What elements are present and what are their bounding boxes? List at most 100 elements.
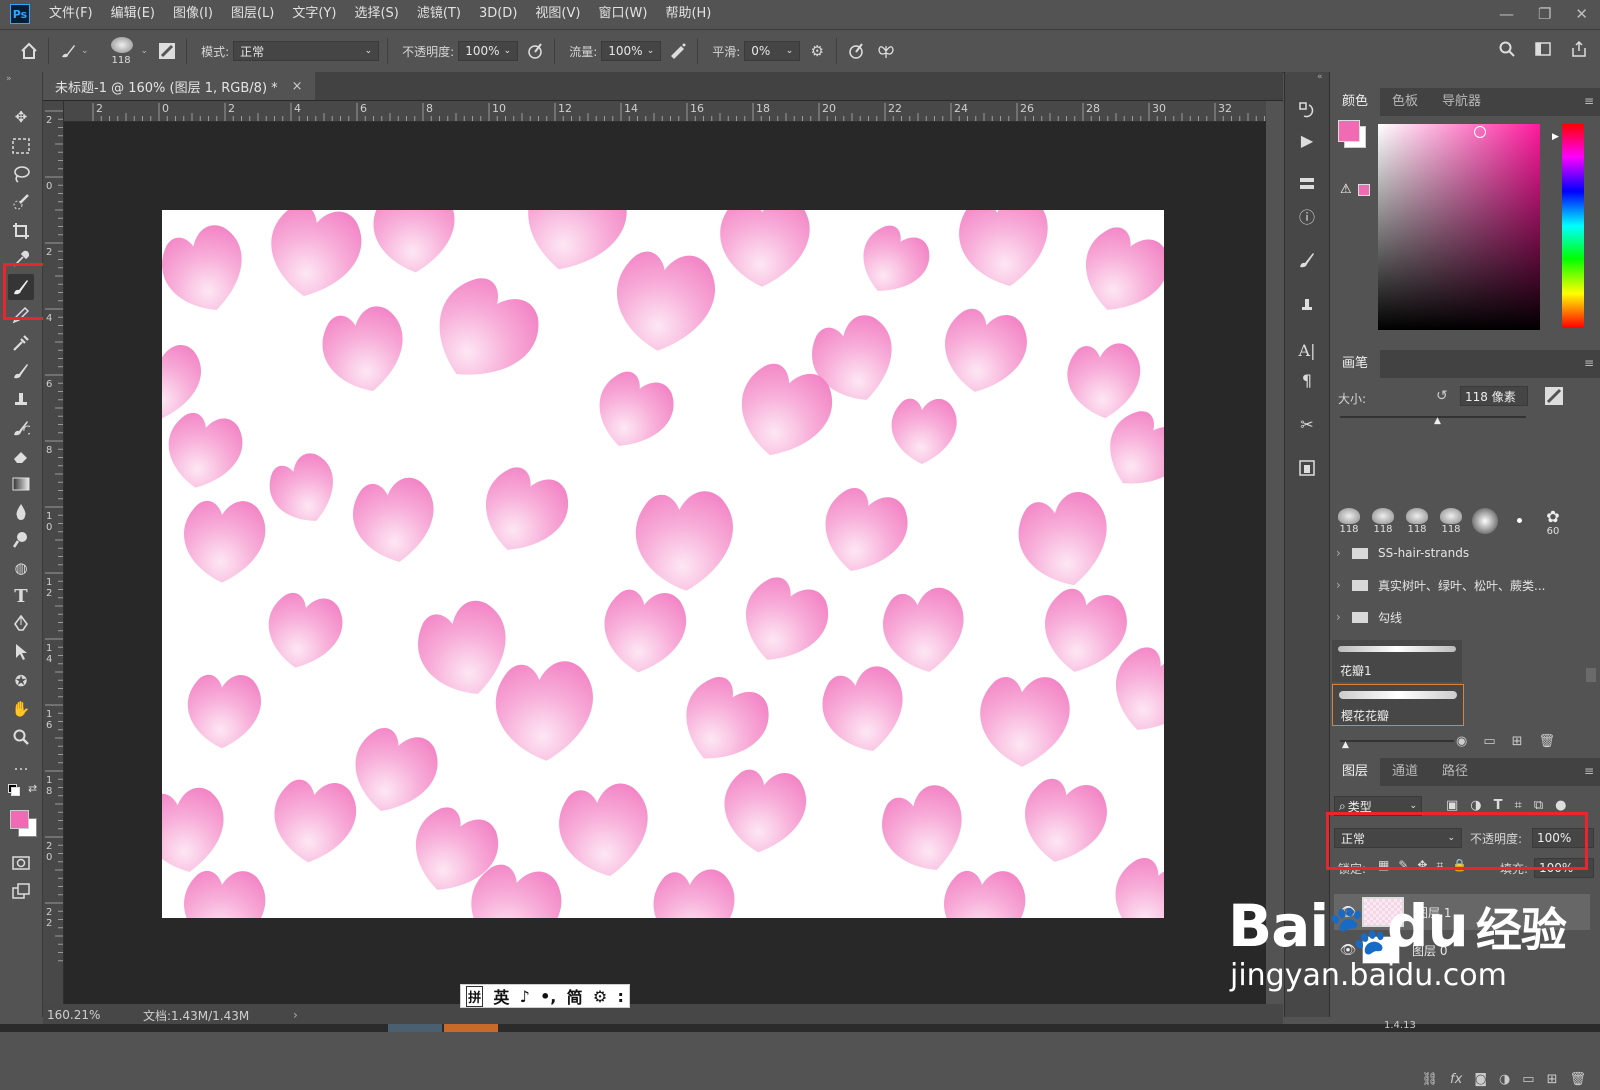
panel-menu-icon[interactable]: ≡	[1584, 94, 1594, 108]
actions-play-icon[interactable]: ▶	[1295, 128, 1319, 152]
tab-brushes[interactable]: 画笔	[1330, 350, 1381, 378]
chevron-down-icon[interactable]: ⌄	[141, 46, 149, 56]
tab-swatches[interactable]: 色板	[1380, 88, 1430, 116]
brush-folder-row[interactable]: › SS-hair-strands	[1330, 538, 1584, 568]
new-layer-icon[interactable]: ⊞	[1547, 1072, 1558, 1087]
menu-edit[interactable]: 编辑(E)	[102, 0, 164, 28]
filter-shape-icon[interactable]: ⌗	[1515, 798, 1522, 813]
brush-picker[interactable]: 118	[105, 33, 141, 69]
brush-settings-toggle-icon[interactable]	[156, 40, 178, 62]
close-tab-button[interactable]: ×	[292, 79, 303, 94]
mixer-brush-tool-icon[interactable]	[8, 358, 34, 384]
menu-window[interactable]: 窗口(W)	[589, 0, 656, 28]
default-colors-icon[interactable]	[8, 784, 20, 796]
color-picker-handle[interactable]	[1474, 126, 1486, 138]
hand-tool-icon[interactable]: ✋	[8, 696, 34, 722]
paragraph-panel-icon[interactable]: ¶	[1295, 368, 1319, 392]
ime-english[interactable]: 英	[493, 984, 509, 1008]
brush-folder-row[interactable]: › 真实树叶、绿叶、松叶、蕨类...	[1330, 570, 1584, 600]
quick-selection-tool-icon[interactable]	[8, 189, 34, 215]
character-panel-icon[interactable]: A|	[1295, 338, 1319, 362]
brush-size-slider-thumb-icon[interactable]: ▲	[1434, 416, 1441, 426]
info-icon[interactable]: ⓘ	[1295, 204, 1319, 228]
menu-filter[interactable]: 滤镜(T)	[408, 0, 470, 28]
ime-punct-icon[interactable]: ♪	[520, 987, 530, 1006]
smoothing-field[interactable]: 0% ⌄	[744, 41, 801, 61]
custom-shape-tool-icon[interactable]: ✪	[8, 668, 34, 694]
menu-view[interactable]: 视图(V)	[526, 0, 589, 28]
hue-slider-handle-icon[interactable]: ▶	[1552, 132, 1559, 142]
gradient-tool-icon[interactable]	[8, 471, 34, 497]
quick-mask-icon[interactable]	[8, 850, 34, 876]
document-tab[interactable]: 未标题-1 @ 160% (图层 1, RGB/8) * ×	[43, 72, 315, 100]
delete-brush-icon[interactable]: 🗑	[1539, 734, 1556, 749]
brush-item-petal1[interactable]: 花瓣1	[1332, 640, 1462, 682]
document-canvas[interactable]	[162, 210, 1164, 918]
glyphs-panel-icon[interactable]	[1295, 456, 1319, 480]
dodge-tool-icon[interactable]	[8, 527, 34, 553]
menu-help[interactable]: 帮助(H)	[656, 0, 720, 28]
brush-tool-preset-icon[interactable]	[57, 40, 79, 62]
search-icon[interactable]	[1496, 38, 1518, 60]
clone-stamp-tool-icon[interactable]	[8, 386, 34, 412]
brush-size-slider[interactable]	[1340, 416, 1526, 418]
delete-layer-icon[interactable]: 🗑	[1569, 1072, 1586, 1087]
zoom-tool-icon[interactable]	[8, 724, 34, 750]
eraser-tool-icon[interactable]	[8, 443, 34, 469]
blur-tool-icon[interactable]	[8, 499, 34, 525]
status-menu-arrow-icon[interactable]: ›	[293, 1008, 298, 1022]
ime-pinyin[interactable]: 拼	[466, 985, 484, 1007]
brush-item-sakura-petal[interactable]: 樱花花瓣	[1332, 684, 1464, 726]
filter-pixel-icon[interactable]: ▣	[1446, 798, 1458, 813]
collapse-dock-icon[interactable]: «	[1317, 72, 1323, 82]
collapse-toolbar-icon[interactable]: »	[6, 74, 12, 84]
preview-size-slider[interactable]	[1340, 740, 1454, 742]
more-tools-icon[interactable]: …	[8, 752, 34, 778]
filter-type-icon[interactable]: T	[1494, 798, 1503, 813]
preview-slider-thumb-icon[interactable]: ▲	[1342, 740, 1349, 750]
opacity-field[interactable]: 100% ⌄	[458, 41, 519, 61]
tab-channels[interactable]: 通道	[1380, 758, 1430, 786]
saturation-value-field[interactable]	[1378, 124, 1540, 330]
flow-field[interactable]: 100% ⌄	[601, 41, 662, 61]
toggle-preview-icon[interactable]: ◉	[1456, 734, 1467, 749]
minimize-button[interactable]: —	[1499, 5, 1514, 23]
airbrush-icon[interactable]	[667, 40, 689, 62]
color-replacement-tool-icon[interactable]	[8, 330, 34, 356]
menu-3d[interactable]: 3D(D)	[470, 0, 526, 28]
history-panel-icon[interactable]	[1295, 98, 1319, 122]
link-layers-icon[interactable]: ⛓	[1422, 1072, 1439, 1087]
ime-simplified[interactable]: 简	[567, 984, 583, 1008]
filter-adjustment-icon[interactable]: ◑	[1470, 798, 1481, 813]
tab-paths[interactable]: 路径	[1430, 758, 1480, 786]
foreground-color-swatch[interactable]	[10, 810, 29, 829]
filter-toggle-icon[interactable]: ●	[1555, 798, 1566, 813]
properties-panel-icon[interactable]	[1295, 172, 1319, 196]
symmetry-butterfly-icon[interactable]	[875, 40, 897, 62]
tools-scissors-icon[interactable]: ✂	[1295, 412, 1319, 436]
pen-tool-icon[interactable]	[8, 611, 34, 637]
gear-icon[interactable]: ⚙	[806, 40, 828, 62]
hue-slider[interactable]	[1562, 124, 1584, 328]
marquee-tool-icon[interactable]	[8, 133, 34, 159]
menu-image[interactable]: 图像(I)	[164, 0, 222, 28]
brush-folder-row[interactable]: › 勾线	[1330, 602, 1584, 632]
brush-list-scrollbar[interactable]	[1586, 558, 1596, 722]
reset-size-icon[interactable]: ↺	[1436, 388, 1448, 404]
panel-menu-icon[interactable]: ≡	[1584, 764, 1594, 778]
share-icon[interactable]	[1568, 38, 1590, 60]
restore-button[interactable]: ❐	[1538, 5, 1551, 23]
type-tool-icon[interactable]: T	[8, 583, 34, 609]
path-selection-tool-icon[interactable]	[8, 639, 34, 665]
lasso-tool-icon[interactable]	[8, 161, 34, 187]
brush-settings-panel-icon[interactable]	[1295, 248, 1319, 272]
sponge-tool-icon[interactable]: ◍	[8, 555, 34, 581]
tab-layers[interactable]: 图层	[1330, 758, 1381, 786]
new-brush-icon[interactable]: ⊞	[1512, 734, 1523, 749]
menu-type[interactable]: 文字(Y)	[283, 0, 345, 28]
menu-select[interactable]: 选择(S)	[345, 0, 407, 28]
color-swatches[interactable]	[10, 810, 38, 838]
pressure-size-icon[interactable]	[845, 40, 867, 62]
add-mask-icon[interactable]: ◙	[1474, 1072, 1487, 1087]
adjustment-layer-icon[interactable]: ◑	[1499, 1072, 1510, 1087]
